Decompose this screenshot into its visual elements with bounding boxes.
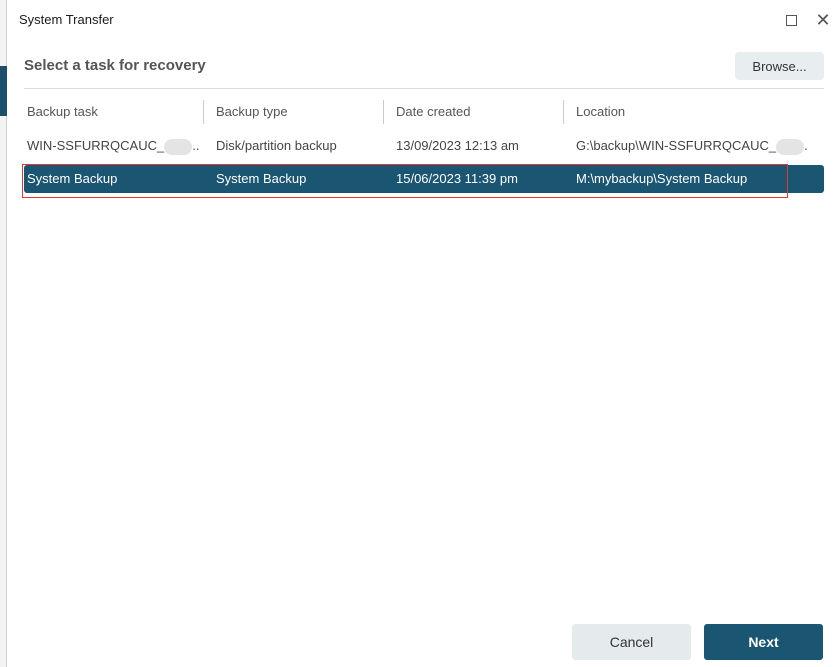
ellipsis: .. <box>192 138 200 153</box>
column-header-date[interactable]: Date created <box>396 100 470 124</box>
background-app <box>0 0 7 667</box>
ellipsis: . <box>804 138 808 153</box>
cancel-button[interactable]: Cancel <box>572 624 691 660</box>
column-header-location[interactable]: Location <box>576 100 625 124</box>
maximize-button[interactable] <box>781 10 801 30</box>
dialog-title: System Transfer <box>19 12 114 27</box>
table-row[interactable]: WIN-SSFURRQCAUC_.. Disk/partition backup… <box>24 132 824 160</box>
maximize-icon <box>785 14 797 26</box>
column-resizer[interactable] <box>203 100 204 124</box>
close-button[interactable]: ✕ <box>813 10 833 30</box>
system-transfer-dialog: System Transfer ✕ Select a task for reco… <box>7 0 837 667</box>
redacted-blur <box>776 138 805 155</box>
cell-task: WIN-SSFURRQCAUC_ <box>27 138 165 153</box>
column-header-task[interactable]: Backup task <box>27 100 98 124</box>
close-icon: ✕ <box>815 9 831 30</box>
divider <box>24 88 824 89</box>
browse-button[interactable]: Browse... <box>735 52 824 80</box>
redacted-blur <box>164 138 193 155</box>
column-resizer[interactable] <box>383 100 384 124</box>
highlight-annotation <box>22 164 788 198</box>
cell-type: Disk/partition backup <box>216 138 337 153</box>
cell-location: G:\backup\WIN-SSFURRQCAUC_ <box>576 138 777 153</box>
next-button[interactable]: Next <box>704 624 823 660</box>
cell-date: 13/09/2023 12:13 am <box>396 138 519 153</box>
column-header-type[interactable]: Backup type <box>216 100 288 124</box>
section-heading: Select a task for recovery <box>24 57 206 74</box>
background-app-fragment <box>0 66 7 116</box>
column-resizer[interactable] <box>563 100 564 124</box>
